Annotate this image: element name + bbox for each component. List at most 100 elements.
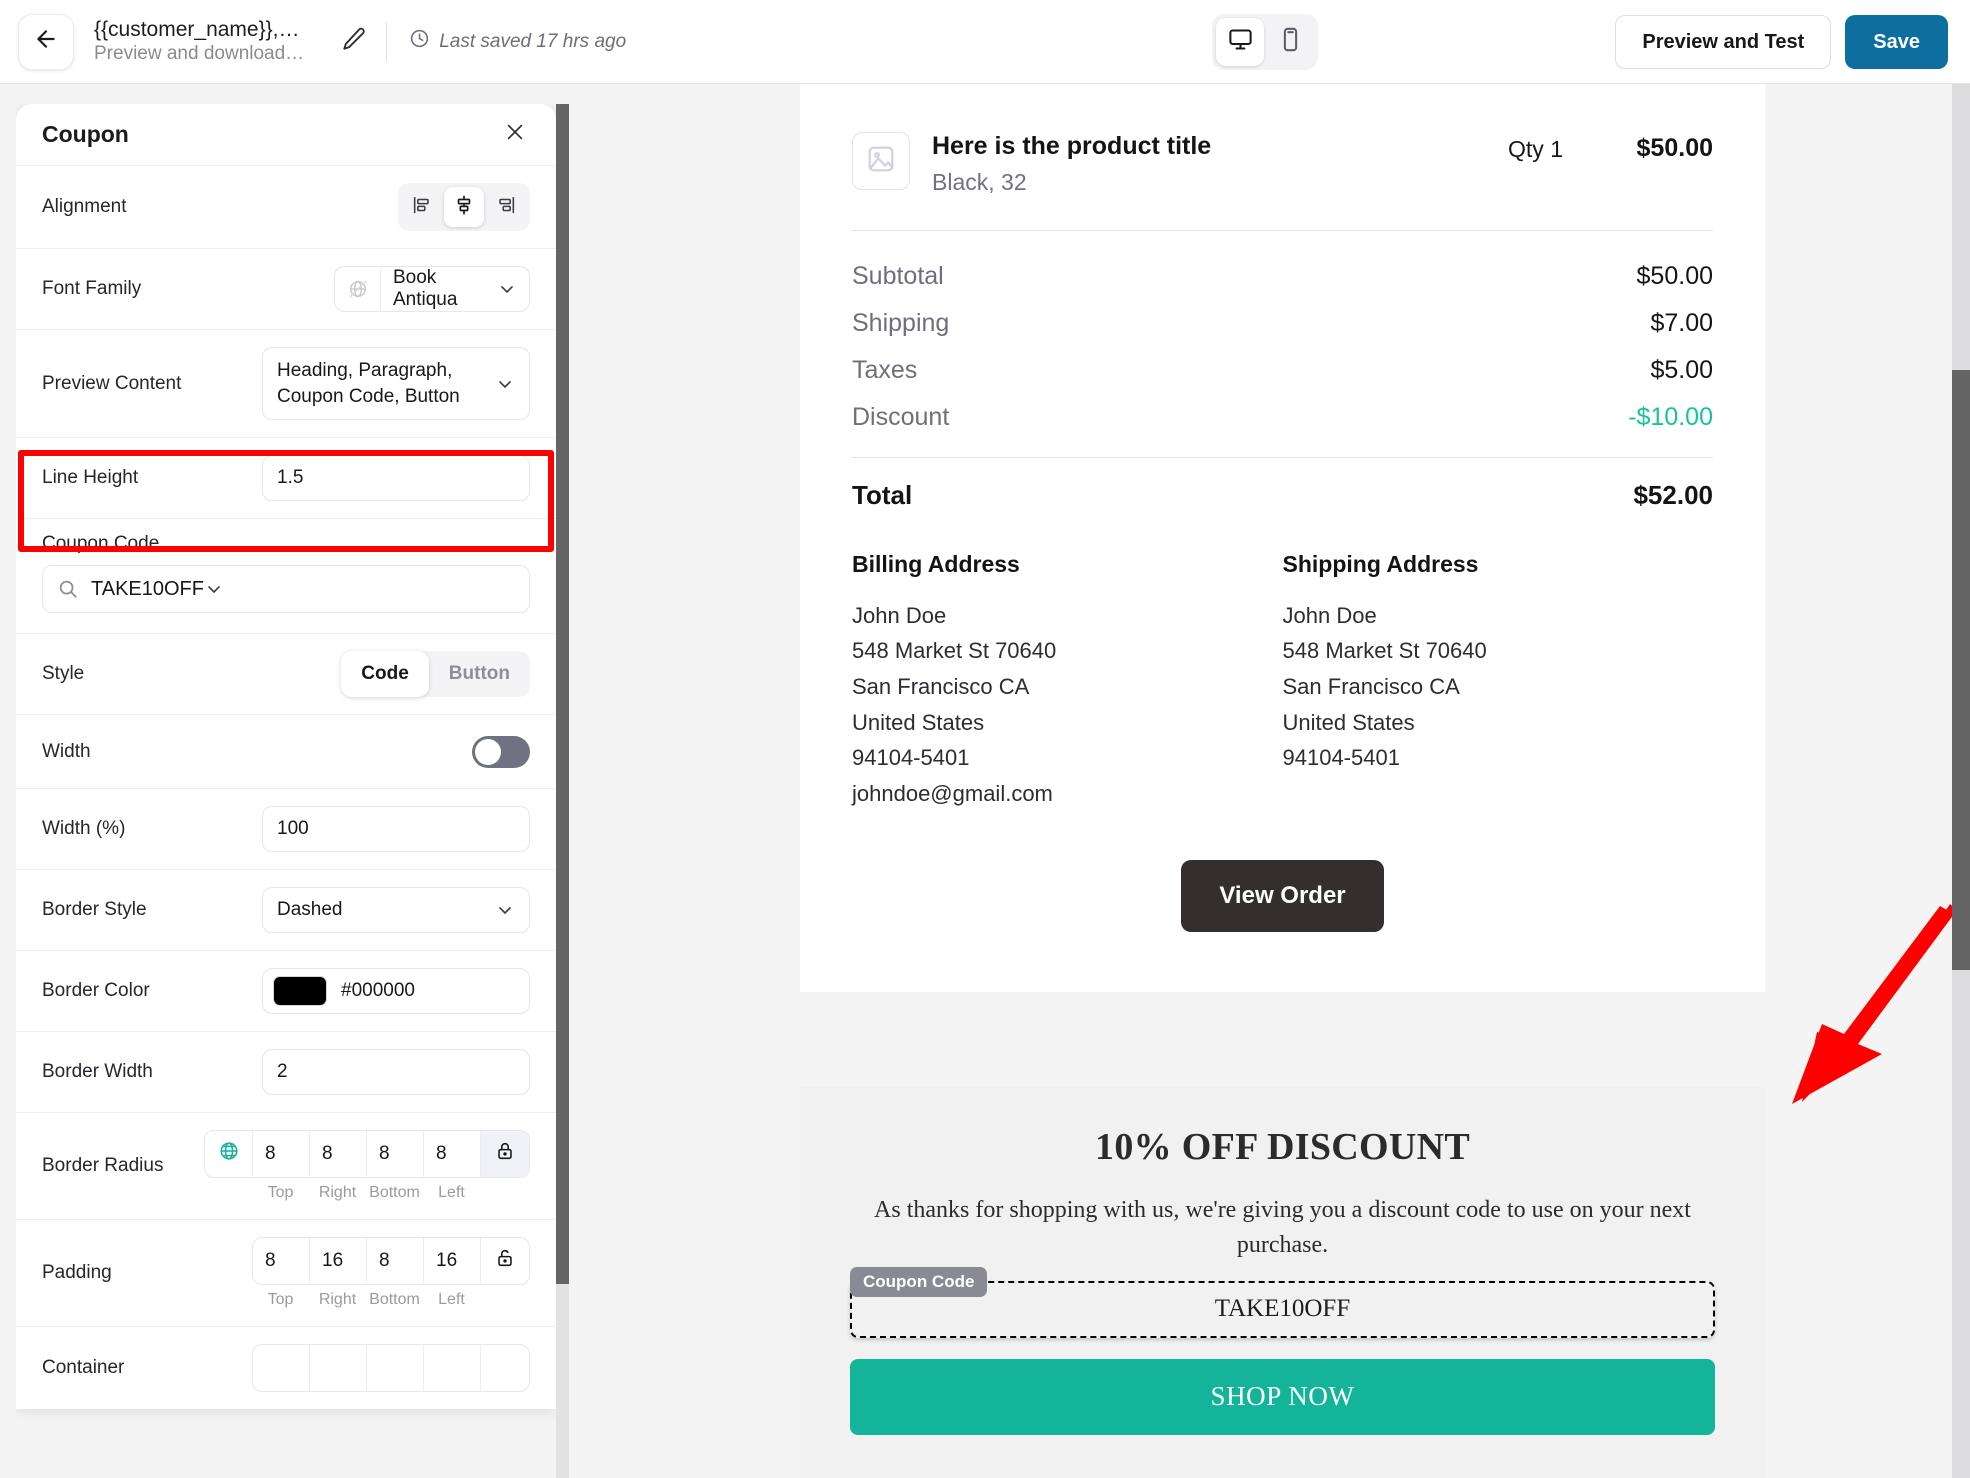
row-border-style: Border Style Dashed xyxy=(16,870,556,952)
shipping-line: United States xyxy=(1282,709,1415,735)
border-color-label: Border Color xyxy=(42,980,150,1002)
settings-panel-scroll-region[interactable]: Coupon Alignment Font Family Book Antiqu… xyxy=(16,104,568,1456)
coupon-code-select[interactable]: TAKE10OFF xyxy=(42,565,530,614)
width-percent-label: Width (%) xyxy=(42,818,126,840)
align-right-button[interactable] xyxy=(486,187,526,227)
row-preview-content: Preview Content Heading, Paragraph, Coup… xyxy=(16,330,556,439)
row-padding: Padding 8 16 8 16 Top Right Bottom Left xyxy=(16,1220,556,1328)
style-segmented-control[interactable]: Code Button xyxy=(341,651,530,698)
billing-line: 548 Market St 70640 xyxy=(852,638,1057,664)
device-mobile-button[interactable] xyxy=(1266,18,1314,66)
font-family-value: Book Antiqua xyxy=(393,267,458,310)
preview-content-label: Preview Content xyxy=(42,372,182,394)
product-price: $50.00 xyxy=(1636,134,1713,162)
device-preview-toggle[interactable] xyxy=(1212,14,1318,70)
border-radius-bottom-input[interactable]: 8 xyxy=(367,1131,424,1178)
padding-lock-button[interactable] xyxy=(481,1238,529,1284)
container-inputs[interactable] xyxy=(252,1344,530,1393)
border-color-value: #000000 xyxy=(341,980,415,1002)
label-right: Right xyxy=(318,1291,357,1309)
preview-content-select[interactable]: Heading, Paragraph, Coupon Code, Button xyxy=(262,347,530,421)
order-totals: Subtotal $50.00 Shipping $7.00 Taxes $5.… xyxy=(852,231,1713,457)
panel-header: Coupon xyxy=(16,104,556,166)
border-radius-right-input[interactable]: 8 xyxy=(310,1131,367,1178)
email-preview-area: Here is the product title Black, 32 Qty … xyxy=(572,84,1952,1478)
row-width-toggle: Width xyxy=(16,715,556,790)
coupon-settings-panel: Coupon Alignment Font Family Book Antiqu… xyxy=(16,104,556,1410)
padding-inputs[interactable]: 8 16 8 16 xyxy=(252,1237,530,1286)
label-bottom: Bottom xyxy=(369,1291,420,1309)
coupon-code-badge: Coupon Code xyxy=(850,1266,988,1297)
billing-line: San Francisco CA xyxy=(852,674,1030,699)
lock-open-icon xyxy=(494,1247,516,1275)
width-percent-input[interactable]: 100 xyxy=(262,806,530,853)
alignment-segmented-control[interactable] xyxy=(398,183,530,231)
product-line-item: Here is the product title Black, 32 Qty … xyxy=(852,118,1713,230)
label-right: Right xyxy=(318,1184,357,1202)
line-height-label: Line Height xyxy=(42,467,139,489)
border-radius-global-toggle[interactable] xyxy=(205,1131,253,1178)
width-toggle-switch[interactable] xyxy=(472,735,530,768)
device-desktop-button[interactable] xyxy=(1216,18,1264,66)
coupon-preview-wrap: Coupon Code TAKE10OFF xyxy=(850,1266,1715,1338)
row-border-color: Border Color #000000 xyxy=(16,951,556,1033)
subtotal-label: Subtotal xyxy=(852,261,944,290)
document-title-block: {{customer_name}},… Preview and download… xyxy=(94,18,304,65)
preview-scrollbar-thumb[interactable] xyxy=(1952,370,1970,970)
border-color-picker[interactable]: #000000 xyxy=(262,968,530,1015)
border-style-label: Border Style xyxy=(42,899,147,921)
shipping-value: $7.00 xyxy=(1650,308,1713,337)
preview-and-test-button[interactable]: Preview and Test xyxy=(1615,15,1832,69)
close-icon xyxy=(504,121,526,148)
back-button[interactable] xyxy=(18,13,74,70)
padding-left-input[interactable]: 16 xyxy=(424,1238,481,1285)
style-option-button[interactable]: Button xyxy=(429,651,530,697)
globe-icon xyxy=(218,1140,240,1168)
save-button[interactable]: Save xyxy=(1845,15,1948,69)
color-swatch[interactable] xyxy=(273,976,327,1007)
last-saved-text: Last saved 17 hrs ago xyxy=(439,30,627,52)
row-width-percent: Width (%) 100 xyxy=(16,789,556,871)
row-alignment: Alignment xyxy=(16,166,556,249)
label-left: Left xyxy=(438,1184,465,1202)
border-radius-left-input[interactable]: 8 xyxy=(424,1131,481,1178)
document-title: {{customer_name}},… xyxy=(94,17,300,41)
shipping-address-block: Shipping Address John Doe 548 Market St … xyxy=(1283,551,1714,812)
border-style-value: Dashed xyxy=(277,899,343,921)
total-row-shipping: Shipping $7.00 xyxy=(852,300,1713,347)
align-left-icon xyxy=(411,194,433,221)
padding-bottom-input[interactable]: 8 xyxy=(367,1238,424,1285)
product-thumbnail xyxy=(852,132,910,190)
label-left: Left xyxy=(438,1291,465,1309)
view-order-button[interactable]: View Order xyxy=(1181,859,1384,932)
padding-group: 8 16 8 16 Top Right Bottom Left xyxy=(252,1237,530,1309)
top-actions: Preview and Test Save xyxy=(1615,15,1948,69)
border-radius-top-input[interactable]: 8 xyxy=(253,1131,310,1178)
left-panel-scrollbar-thumb[interactable] xyxy=(556,104,569,1284)
preview-content-value: Heading, Paragraph, Coupon Code, Button xyxy=(277,360,460,407)
font-family-select[interactable]: Book Antiqua xyxy=(334,266,530,312)
total-row-subtotal: Subtotal $50.00 xyxy=(852,253,1713,300)
border-radius-side-labels: Top Right Bottom Left xyxy=(204,1184,480,1202)
row-container: Container xyxy=(16,1327,556,1409)
style-option-code[interactable]: Code xyxy=(341,651,429,698)
border-radius-lock-button[interactable] xyxy=(481,1131,529,1178)
border-radius-group: 8 8 8 8 Top Right Bottom Left xyxy=(204,1130,530,1202)
shop-now-button[interactable]: SHOP NOW xyxy=(850,1358,1715,1435)
border-style-select[interactable]: Dashed xyxy=(262,887,530,934)
line-height-input[interactable]: 1.5 xyxy=(262,455,530,502)
grand-total-label: Total xyxy=(852,479,913,510)
style-label: Style xyxy=(42,663,85,685)
shipping-line: San Francisco CA xyxy=(1282,674,1460,699)
subtotal-value: $50.00 xyxy=(1636,261,1713,290)
align-left-button[interactable] xyxy=(402,187,442,227)
padding-right-input[interactable]: 16 xyxy=(310,1238,367,1285)
edit-title-button[interactable] xyxy=(334,22,374,62)
promo-paragraph: As thanks for shopping with us, we're gi… xyxy=(874,1197,1691,1258)
close-panel-button[interactable] xyxy=(500,120,530,150)
border-width-input[interactable]: 2 xyxy=(262,1049,530,1096)
padding-top-input[interactable]: 8 xyxy=(253,1238,310,1285)
border-radius-inputs[interactable]: 8 8 8 8 xyxy=(204,1130,530,1179)
billing-line: johndoe@gmail.com xyxy=(852,780,1053,806)
align-center-button[interactable] xyxy=(444,187,484,227)
